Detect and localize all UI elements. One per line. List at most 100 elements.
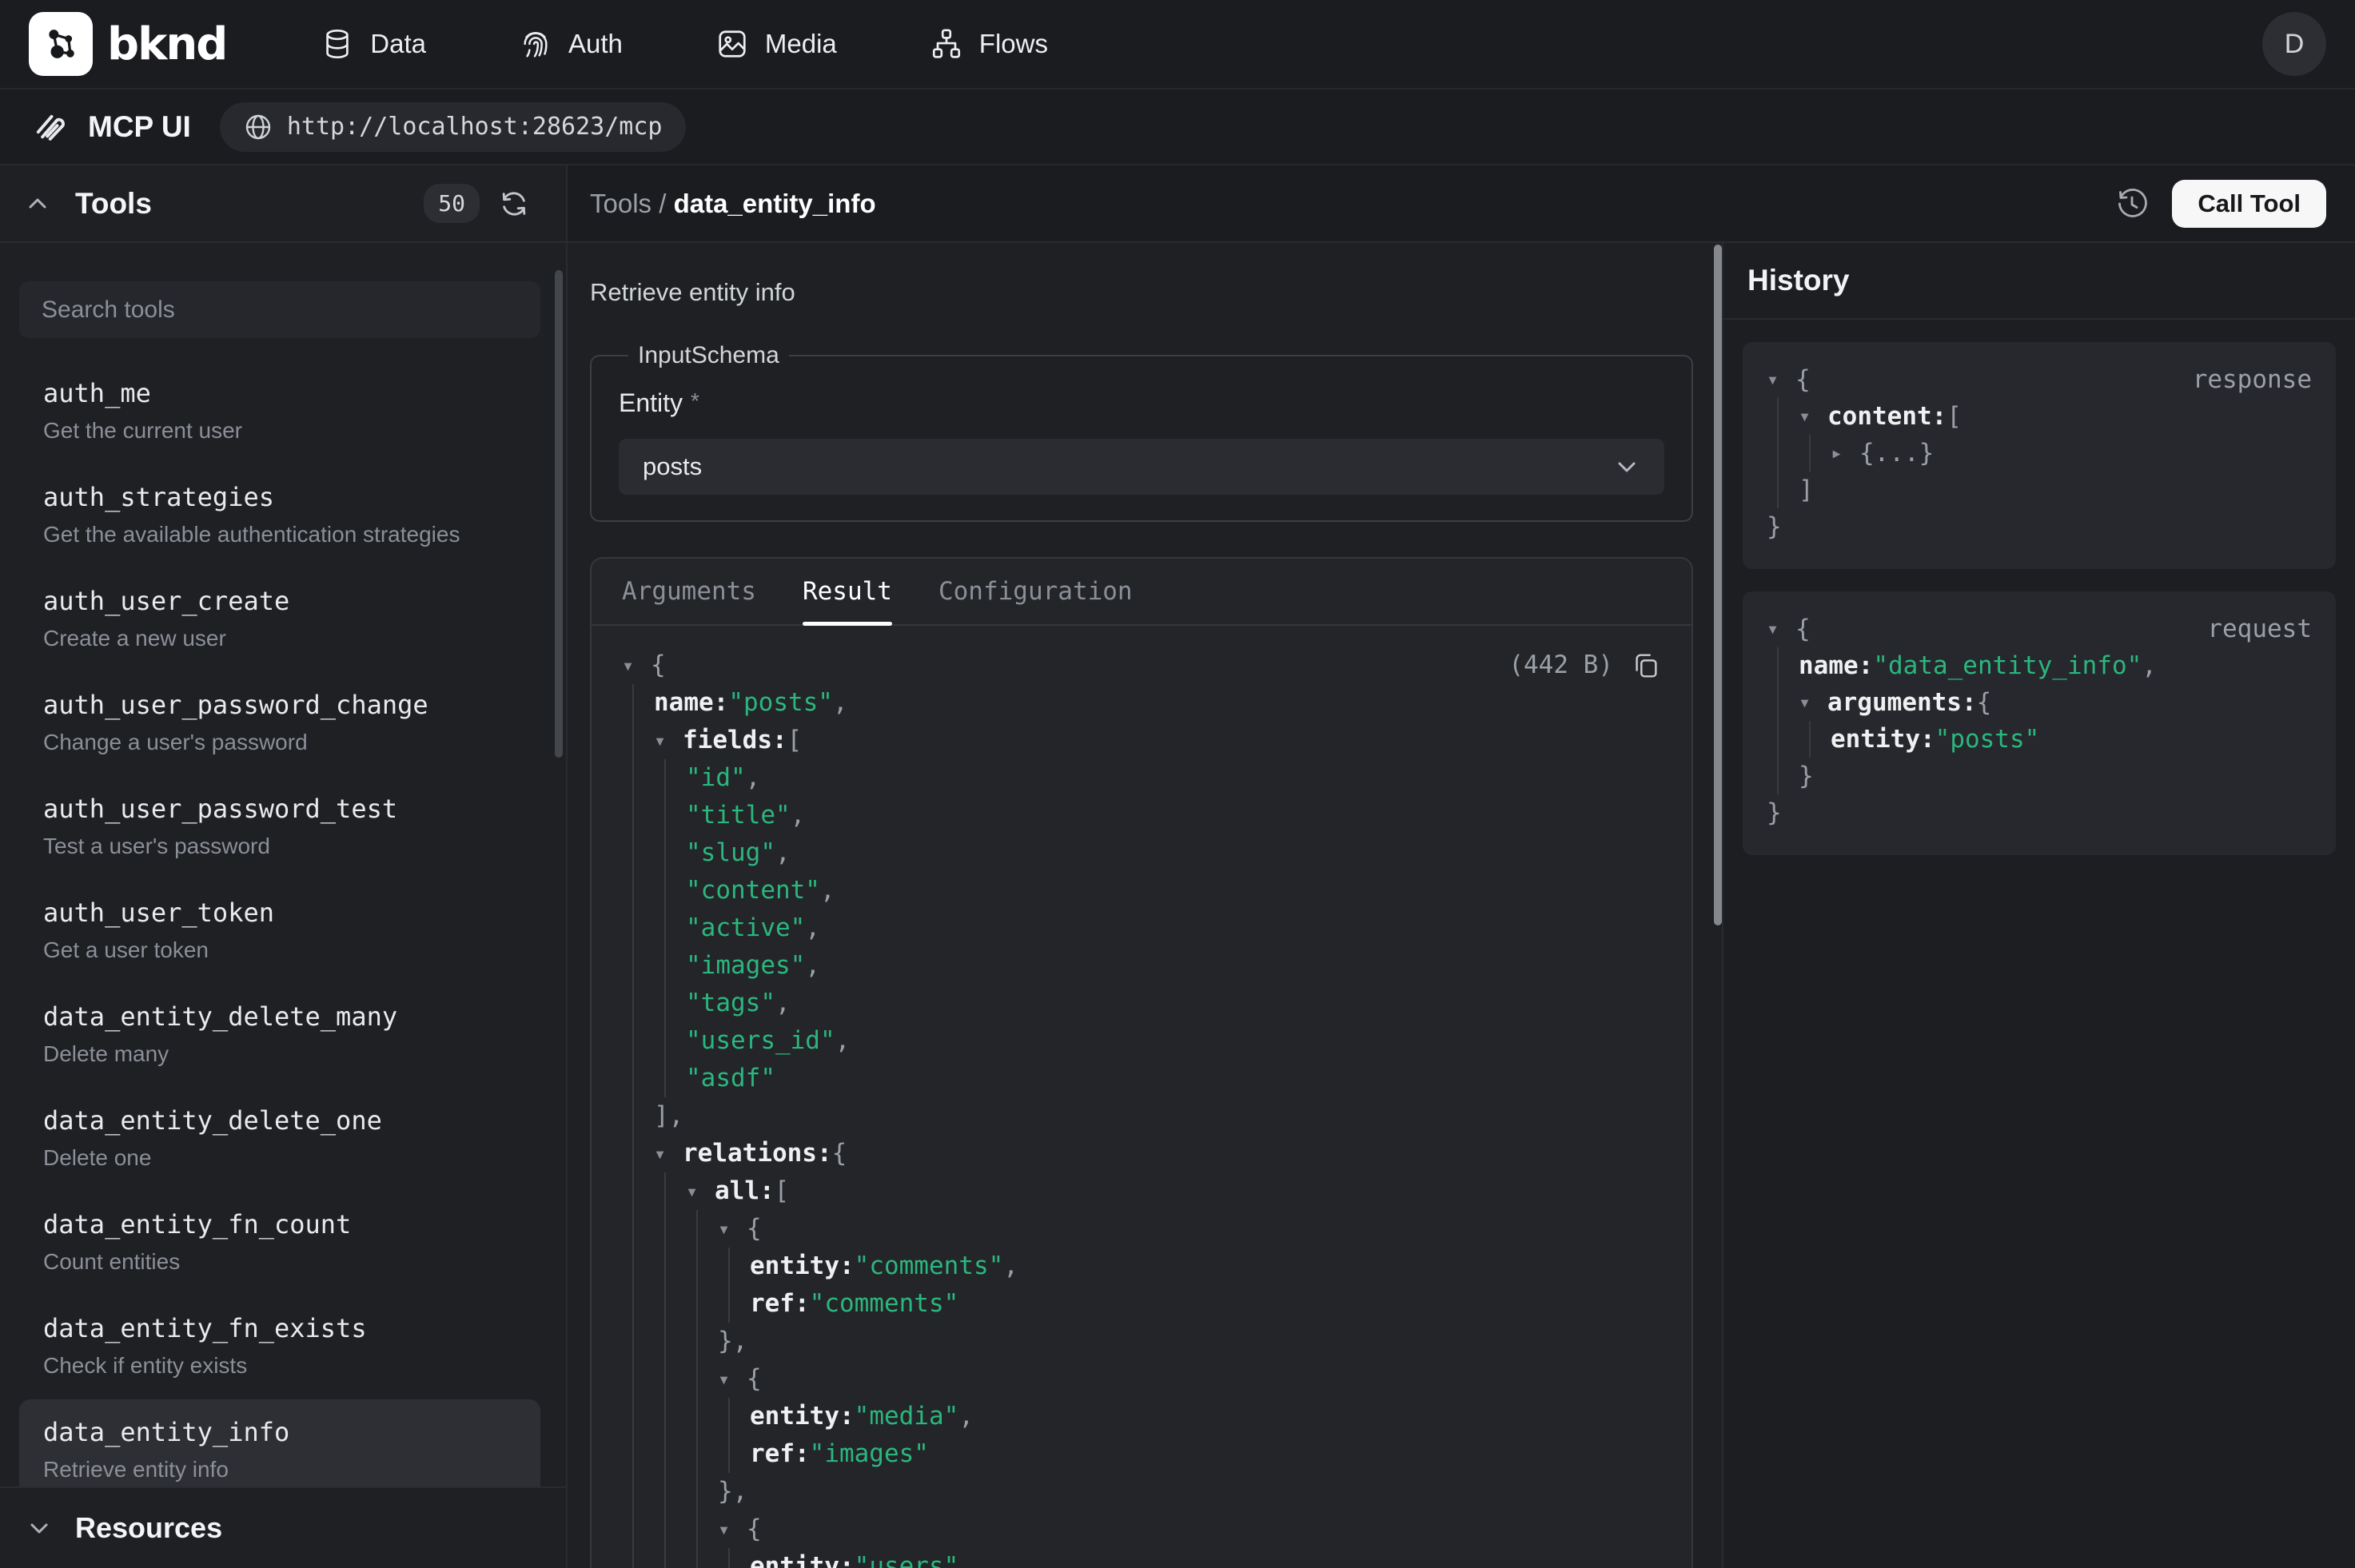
json-line: } bbox=[1767, 758, 2312, 794]
indent-guide bbox=[622, 1248, 654, 1285]
json-line: ], bbox=[622, 1097, 1661, 1135]
collapse-arrow-icon[interactable]: ▾ bbox=[718, 1510, 747, 1548]
tool-description: Create a new user bbox=[43, 626, 516, 651]
tool-description: Retrieve entity info bbox=[590, 278, 1693, 307]
brand-logo[interactable]: bknd bbox=[29, 12, 226, 76]
entity-select[interactable]: posts bbox=[619, 439, 1664, 495]
json-punctuation: { bbox=[747, 1210, 762, 1248]
globe-icon bbox=[244, 113, 273, 141]
main-scrollbar[interactable] bbox=[1714, 245, 1722, 925]
input-schema-fieldset: InputSchema Entity* posts bbox=[590, 342, 1693, 522]
nav-item-auth[interactable]: Auth bbox=[519, 27, 623, 61]
chevron-up-icon[interactable] bbox=[26, 192, 50, 216]
json-punctuation: [ bbox=[1947, 398, 1962, 435]
page-title: MCP UI bbox=[88, 110, 191, 144]
history-card-response[interactable]: ▾{response▾content: [▸{...}]} bbox=[1743, 342, 2336, 569]
resources-section-header[interactable]: Resources bbox=[0, 1486, 566, 1568]
json-key: name: bbox=[654, 684, 728, 722]
collapse-arrow-icon[interactable]: ▾ bbox=[654, 1135, 683, 1172]
json-string: "slug" bbox=[686, 834, 775, 872]
tool-header-bar: Tools / data_entity_info Call Tool bbox=[568, 165, 2355, 243]
refresh-icon[interactable] bbox=[499, 189, 529, 219]
json-string: "tags" bbox=[686, 985, 775, 1022]
json-key: relations: bbox=[683, 1135, 832, 1172]
json-key: name: bbox=[1799, 647, 1873, 684]
json-line: "content", bbox=[622, 872, 1661, 909]
indent-guide bbox=[686, 1360, 718, 1398]
mcp-url-chip[interactable]: http://localhost:28623/mcp bbox=[220, 102, 687, 152]
tools-header: Tools 50 bbox=[0, 165, 566, 243]
sidebar-item-data_entity_delete_many[interactable]: data_entity_delete_manyDelete many bbox=[19, 984, 540, 1084]
json-string: "images" bbox=[686, 947, 805, 985]
sidebar-item-auth_user_token[interactable]: auth_user_tokenGet a user token bbox=[19, 880, 540, 981]
nav-item-media[interactable]: Media bbox=[715, 27, 837, 61]
sidebar-item-data_entity_delete_one[interactable]: data_entity_delete_oneDelete one bbox=[19, 1088, 540, 1188]
avatar[interactable]: D bbox=[2262, 12, 2326, 76]
tool-items: auth_meGet the current userauth_strategi… bbox=[0, 360, 566, 1486]
history-panel: History ▾{response▾content: [▸{...}]}▾{r… bbox=[1723, 243, 2355, 1568]
collapse-arrow-icon[interactable]: ▾ bbox=[1767, 361, 1795, 398]
tab-result[interactable]: Result bbox=[803, 559, 892, 624]
json-punctuation: { bbox=[1795, 611, 1811, 647]
expand-arrow-icon[interactable]: ▸ bbox=[1831, 435, 1859, 472]
json-punctuation: { bbox=[1977, 684, 1992, 721]
call-tool-button[interactable]: Call Tool bbox=[2172, 180, 2326, 228]
sidebar-scrollbar[interactable] bbox=[555, 270, 563, 758]
tab-arguments[interactable]: Arguments bbox=[622, 559, 756, 624]
indent-guide bbox=[686, 1210, 718, 1248]
nav-item-flows[interactable]: Flows bbox=[930, 27, 1048, 61]
json-line: entity: "users", bbox=[622, 1548, 1661, 1568]
sidebar-item-auth_user_password_change[interactable]: auth_user_password_changeChange a user's… bbox=[19, 672, 540, 773]
indent-guide bbox=[622, 909, 654, 947]
collapse-arrow-icon[interactable]: ▾ bbox=[1799, 684, 1827, 721]
search-input[interactable] bbox=[19, 281, 540, 338]
indent-guide bbox=[1767, 398, 1799, 435]
sidebar-item-auth_strategies[interactable]: auth_strategiesGet the available authent… bbox=[19, 464, 540, 565]
indent-guide bbox=[622, 947, 654, 985]
indent-guide bbox=[1767, 472, 1799, 508]
sidebar-item-auth_user_create[interactable]: auth_user_create Create a new user bbox=[19, 568, 540, 669]
history-clock-icon[interactable] bbox=[2114, 186, 2150, 221]
sidebar-item-data_entity_info[interactable]: data_entity_infoRetrieve entity info bbox=[19, 1399, 540, 1486]
history-header: History bbox=[1723, 243, 2355, 320]
tool-name: auth_user_create bbox=[43, 586, 516, 616]
indent-guide bbox=[654, 985, 686, 1022]
collapse-arrow-icon[interactable]: ▾ bbox=[1767, 611, 1795, 647]
indent-guide bbox=[622, 1548, 654, 1568]
json-string: "users" bbox=[855, 1548, 959, 1568]
json-line: entity: "comments", bbox=[622, 1248, 1661, 1285]
sidebar-item-auth_user_password_test[interactable]: auth_user_password_testTest a user's pas… bbox=[19, 776, 540, 877]
indent-guide bbox=[1767, 721, 1799, 758]
collapse-arrow-icon[interactable]: ▾ bbox=[718, 1360, 747, 1398]
tab-configuration[interactable]: Configuration bbox=[938, 559, 1133, 624]
json-punctuation: , bbox=[1003, 1248, 1018, 1285]
indent-guide bbox=[654, 1248, 686, 1285]
history-card-request[interactable]: ▾{requestname: "data_entity_info",▾argum… bbox=[1743, 591, 2336, 855]
primary-nav: Data Auth Media Flows bbox=[321, 27, 1048, 61]
breadcrumb-root[interactable]: Tools bbox=[590, 189, 652, 218]
collapse-arrow-icon[interactable]: ▾ bbox=[718, 1210, 747, 1248]
collapse-arrow-icon[interactable]: ▾ bbox=[686, 1172, 715, 1210]
json-punctuation: [ bbox=[775, 1172, 790, 1210]
tools-count-badge: 50 bbox=[424, 184, 480, 223]
nav-item-data[interactable]: Data bbox=[321, 27, 426, 61]
indent-guide bbox=[622, 797, 654, 834]
json-line: entity: "media", bbox=[622, 1398, 1661, 1435]
collapse-arrow-icon[interactable]: ▾ bbox=[622, 647, 651, 684]
sidebar-item-auth_me[interactable]: auth_meGet the current user bbox=[19, 360, 540, 461]
json-line: ▾{ bbox=[622, 1210, 1661, 1248]
indent-guide bbox=[654, 947, 686, 985]
tool-description: Get the available authentication strateg… bbox=[43, 522, 516, 547]
json-line: ▾fields: [ bbox=[622, 722, 1661, 759]
json-string: "asdf" bbox=[686, 1060, 775, 1097]
sidebar-item-data_entity_fn_count[interactable]: data_entity_fn_countCount entities bbox=[19, 1192, 540, 1292]
sidebar-item-data_entity_fn_exists[interactable]: data_entity_fn_existsCheck if entity exi… bbox=[19, 1295, 540, 1396]
json-line: "users_id", bbox=[622, 1022, 1661, 1060]
copy-icon[interactable] bbox=[1631, 651, 1661, 681]
json-line: ▾relations: { bbox=[622, 1135, 1661, 1172]
json-line: ▾{ bbox=[622, 1510, 1661, 1548]
collapse-arrow-icon[interactable]: ▾ bbox=[654, 722, 683, 759]
collapse-arrow-icon[interactable]: ▾ bbox=[1799, 398, 1827, 435]
indent-guide bbox=[622, 684, 654, 722]
entity-field-label: Entity* bbox=[619, 388, 1664, 418]
